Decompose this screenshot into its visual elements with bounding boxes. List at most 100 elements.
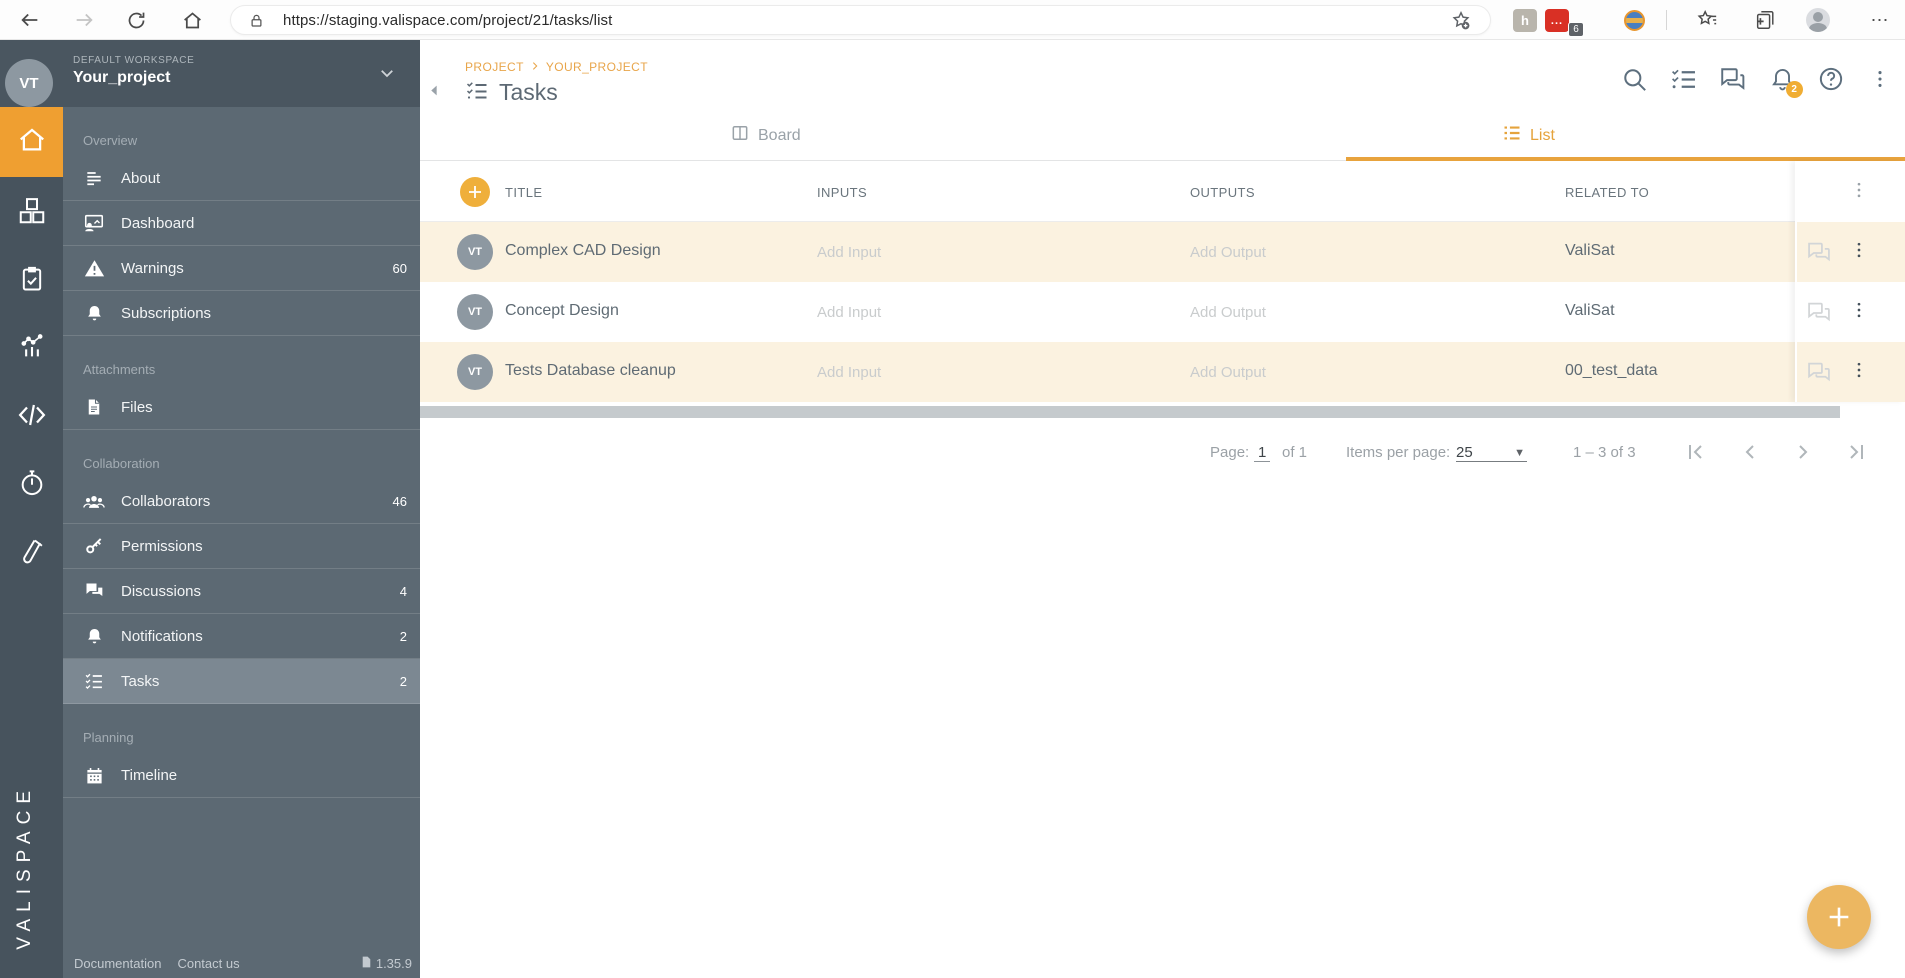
sidebar-item-timeline[interactable]: Timeline — [63, 753, 420, 798]
add-input-link[interactable]: Add Input — [817, 364, 881, 381]
row-menu-icon[interactable] — [1849, 240, 1869, 265]
add-output-link[interactable]: Add Output — [1190, 244, 1266, 261]
forward-icon[interactable] — [66, 0, 102, 40]
lock-icon[interactable] — [249, 13, 264, 34]
rail-item-testing[interactable] — [0, 519, 63, 587]
previous-page-icon[interactable] — [1736, 438, 1764, 466]
notifications-header-icon[interactable]: 2 — [1758, 62, 1807, 98]
column-header-outputs[interactable]: OUTPUTS — [1190, 185, 1255, 200]
more-options-icon[interactable] — [1856, 62, 1905, 96]
header-actions: 2 — [1610, 62, 1905, 98]
rail-item-home[interactable] — [0, 107, 63, 177]
row-menu-icon[interactable] — [1849, 360, 1869, 385]
workspace-header[interactable]: VT DEFAULT WORKSPACE Your_project — [0, 40, 420, 107]
first-page-icon[interactable] — [1682, 438, 1710, 466]
discussions-header-icon[interactable] — [1708, 62, 1757, 96]
sidebar-item-permissions[interactable]: Permissions — [63, 524, 420, 569]
sidebar-item-files[interactable]: Files — [63, 385, 420, 430]
select-caret-icon: ▼ — [1514, 447, 1525, 459]
table-row[interactable]: VT Concept Design Add Input Add Output V… — [420, 282, 1905, 342]
create-task-fab[interactable] — [1807, 885, 1871, 949]
sidebar-item-notifications[interactable]: Notifications 2 — [63, 614, 420, 659]
rail-item-components[interactable] — [0, 179, 63, 247]
tab-list[interactable]: List — [1502, 110, 1555, 161]
related-to-value[interactable]: ValiSat — [1565, 242, 1615, 260]
favorites-bar-icon[interactable] — [1688, 0, 1726, 40]
view-tabs: Board List — [420, 110, 1905, 161]
rail-item-scripting[interactable] — [0, 383, 63, 451]
sidebar-item-subscriptions[interactable]: Subscriptions — [63, 291, 420, 336]
row-actions — [1797, 342, 1905, 402]
rail-item-requirements[interactable] — [0, 247, 63, 315]
contact-us-link[interactable]: Contact us — [177, 956, 239, 971]
breadcrumb-root[interactable]: PROJECT — [465, 60, 524, 74]
add-output-link[interactable]: Add Output — [1190, 304, 1266, 321]
screen: https://staging.valispace.com/project/21… — [0, 0, 1905, 978]
back-icon[interactable] — [12, 0, 48, 40]
next-page-icon[interactable] — [1789, 438, 1817, 466]
page-input[interactable]: 1 — [1254, 444, 1271, 462]
column-header-inputs[interactable]: INPUTS — [817, 185, 867, 200]
last-page-icon[interactable] — [1842, 438, 1870, 466]
sidebar-item-dashboard[interactable]: Dashboard — [63, 201, 420, 246]
row-actions-column — [1795, 161, 1905, 402]
address-bar[interactable]: https://staging.valispace.com/project/21… — [230, 5, 1491, 35]
favorite-add-icon[interactable] — [1450, 10, 1472, 37]
tab-board[interactable]: Board — [730, 110, 801, 161]
board-icon — [730, 123, 750, 148]
add-input-link[interactable]: Add Input — [817, 304, 881, 321]
task-title[interactable]: Concept Design — [505, 302, 619, 320]
add-input-link[interactable]: Add Input — [817, 244, 881, 261]
task-title[interactable]: Tests Database cleanup — [505, 362, 676, 380]
items-per-page-label: Items per page: — [1346, 444, 1451, 461]
browser-menu-icon[interactable]: ⋯ — [1860, 0, 1900, 40]
horizontal-scrollbar[interactable] — [420, 406, 1840, 418]
sidebar-item-collaborators[interactable]: Collaborators 46 — [63, 479, 420, 524]
sidebar-item-warnings[interactable]: Warnings 60 — [63, 246, 420, 291]
home-browser-icon[interactable] — [174, 0, 210, 40]
add-output-link[interactable]: Add Output — [1190, 364, 1266, 381]
test-tube-icon — [18, 537, 46, 570]
related-to-value[interactable]: ValiSat — [1565, 302, 1615, 320]
help-icon[interactable] — [1807, 62, 1856, 96]
extension-red-icon[interactable]: ... — [1545, 9, 1569, 32]
column-menu-icon[interactable] — [1849, 180, 1869, 205]
avatar: VT — [457, 234, 493, 270]
collapse-sidebar-icon[interactable] — [428, 84, 441, 102]
chevron-down-icon[interactable] — [378, 64, 396, 87]
search-icon[interactable] — [1610, 62, 1659, 96]
pagination-range: 1 – 3 of 3 — [1573, 444, 1636, 461]
browser-profile-avatar[interactable] — [1806, 8, 1830, 32]
related-to-value[interactable]: 00_test_data — [1565, 362, 1658, 380]
row-discussion-icon[interactable] — [1805, 299, 1833, 332]
collections-icon[interactable] — [1746, 0, 1784, 40]
row-discussion-icon[interactable] — [1805, 359, 1833, 392]
documentation-link[interactable]: Documentation — [74, 956, 161, 971]
rail-item-simulations[interactable] — [0, 451, 63, 519]
column-header-related-to[interactable]: RELATED TO — [1565, 185, 1649, 200]
cubes-icon — [17, 196, 47, 231]
add-task-button[interactable] — [460, 177, 490, 207]
refresh-icon[interactable] — [118, 0, 154, 40]
items-per-page-select[interactable]: 25 ▼ — [1456, 444, 1527, 462]
task-title[interactable]: Complex CAD Design — [505, 242, 661, 260]
row-menu-icon[interactable] — [1849, 300, 1869, 325]
breadcrumb-current[interactable]: YOUR_PROJECT — [546, 60, 648, 74]
table-row[interactable]: VT Tests Database cleanup Add Input Add … — [420, 342, 1905, 402]
globe-extension-icon[interactable] — [1624, 10, 1645, 31]
row-discussion-icon[interactable] — [1805, 239, 1833, 272]
sidebar-item-tasks[interactable]: Tasks 2 — [63, 659, 420, 704]
table-row[interactable]: VT Complex CAD Design Add Input Add Outp… — [420, 222, 1905, 282]
sidebar-item-about[interactable]: About — [63, 156, 420, 201]
column-header-title[interactable]: TITLE — [505, 185, 542, 200]
url-text[interactable]: https://staging.valispace.com/project/21… — [283, 12, 612, 29]
workspace-name: Your_project — [73, 69, 171, 86]
quick-tasks-icon[interactable] — [1659, 62, 1708, 96]
sidebar-item-discussions[interactable]: Discussions 4 — [63, 569, 420, 614]
avatar: VT — [457, 354, 493, 390]
chevron-right-icon — [530, 60, 540, 74]
extension-h-icon[interactable]: h — [1513, 9, 1537, 32]
icon-rail: VALISPACE — [0, 107, 63, 978]
browser-toolbar: https://staging.valispace.com/project/21… — [0, 0, 1905, 40]
rail-item-analysis[interactable] — [0, 315, 63, 383]
